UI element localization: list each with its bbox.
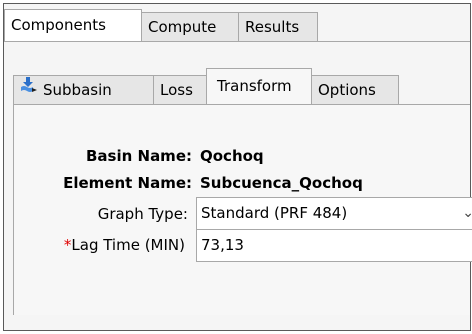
- tab-results[interactable]: Results: [238, 12, 318, 42]
- lag-time-label: Lag Time (MIN): [71, 236, 185, 254]
- tab-components[interactable]: Components: [4, 9, 142, 42]
- tab-options[interactable]: Options: [311, 75, 399, 105]
- tab-subbasin-label: Subbasin: [43, 81, 112, 99]
- chevron-down-icon: ⌄: [462, 205, 472, 221]
- tab-transform[interactable]: Transform: [206, 68, 312, 105]
- graph-type-select[interactable]: Standard (PRF 484) ⌄: [196, 197, 472, 230]
- element-name-label: Element Name:: [63, 174, 192, 192]
- graph-type-label: Graph Type:: [97, 205, 188, 223]
- tab-loss[interactable]: Loss: [153, 75, 207, 105]
- transform-panel: Basin Name: Qochoq Element Name: Subcuen…: [13, 105, 472, 315]
- element-name-value: Subcuenca_Qochoq: [200, 174, 363, 192]
- subbasin-icon: [20, 75, 38, 103]
- lag-time-input[interactable]: 73,13: [196, 229, 472, 262]
- lag-time-value: 73,13: [201, 236, 244, 254]
- lag-time-label-wrap: *Lag Time (MIN): [64, 236, 185, 254]
- component-editor-window: Components Compute Results Subbasin Loss…: [3, 3, 472, 331]
- tab-subbasin[interactable]: Subbasin: [13, 75, 154, 105]
- graph-type-value: Standard (PRF 484): [201, 204, 348, 222]
- basin-name-value: Qochoq: [200, 147, 264, 165]
- basin-name-label: Basin Name:: [85, 147, 192, 165]
- tab-compute[interactable]: Compute: [141, 12, 239, 42]
- main-tab-divider: [4, 41, 470, 42]
- main-tab-strip: Components Compute Results: [4, 4, 318, 42]
- element-tab-strip: Subbasin Loss Transform Options: [13, 68, 399, 105]
